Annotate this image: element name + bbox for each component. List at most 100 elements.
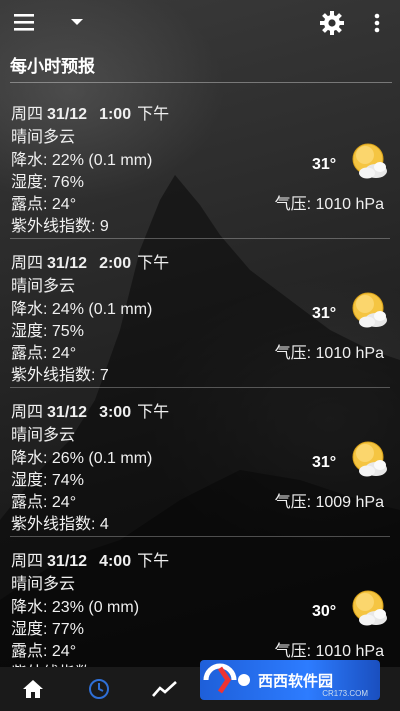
precip-value: 24% (0.1 mm) — [51, 301, 153, 318]
precip-value: 22% (0.1 mm) — [51, 152, 153, 169]
dew-row: 露点: 24° — [11, 488, 76, 512]
uv-row: 紫外线指数: 4 — [11, 510, 109, 534]
time-label: 3:00 — [99, 404, 132, 421]
humidity-row: 湿度: 74% — [11, 466, 84, 490]
precip-row: 降水: 24% (0.1 mm) — [11, 295, 152, 319]
day-label: 周四 — [11, 106, 44, 123]
humidity-value: 75% — [51, 323, 84, 340]
humidity-row: 湿度: 76% — [11, 168, 84, 192]
item-datetime: 周四 31/12 3:00 下午 — [11, 398, 169, 422]
top-app-bar — [0, 0, 400, 44]
temperature: 31° — [312, 454, 337, 471]
hourly-forecast-list[interactable]: 周四 31/12 1:00 下午 晴间多云 降水: 22% (0.1 mm) 湿度: … — [0, 90, 400, 668]
watermark-text: 西西软件园 — [258, 672, 334, 690]
ampm-label: 下午 — [137, 553, 170, 570]
uv-label: 紫外线指数: — [11, 516, 100, 533]
dew-label: 露点: — [11, 196, 52, 213]
precip-label: 降水: — [11, 599, 52, 616]
dew-row: 露点: 24° — [11, 190, 76, 214]
pressure-value: 1010 hPa — [315, 196, 384, 213]
pressure-label: 气压: — [274, 494, 316, 511]
dew-row: 露点: 24° — [11, 339, 76, 363]
pressure-value: 1009 hPa — [315, 494, 384, 511]
pressure-row: 气压: 1010 hPa — [275, 339, 384, 363]
uv-label: 紫外线指数: — [11, 367, 100, 384]
precip-label: 降水: — [11, 152, 52, 169]
hourly-forecast-item[interactable]: 周四 31/12 3:00 下午 晴间多云 降水: 26% (0.1 mm) 湿度: … — [0, 388, 400, 537]
partly-cloudy-icon — [348, 589, 390, 629]
precip-row: 降水: 23% (0 mm) — [11, 593, 139, 617]
precip-value: 26% (0.1 mm) — [51, 450, 153, 467]
pressure-row: 气压: 1009 hPa — [275, 488, 384, 512]
time-label: 4:00 — [99, 553, 132, 570]
hourly-forecast-item[interactable]: 周四 31/12 4:00 下午 晴间多云 降水: 23% (0 mm) 湿度: 77… — [0, 537, 400, 668]
pressure-value: 1010 hPa — [315, 643, 384, 660]
watermark-logo-icon — [203, 663, 250, 694]
pressure-label: 气压: — [274, 196, 316, 213]
condition-text: 晴间多云 — [11, 576, 76, 593]
settings-gear-icon[interactable] — [318, 9, 346, 37]
dew-row: 露点: 24° — [11, 637, 76, 661]
humidity-row: 湿度: 75% — [11, 317, 84, 341]
precip-value: 23% (0 mm) — [51, 599, 140, 616]
time-label: 1:00 — [99, 106, 132, 123]
humidity-value: 76% — [51, 174, 84, 191]
uv-value: 9 — [99, 218, 109, 235]
time-label: 2:00 — [99, 255, 132, 272]
humidity-label: 湿度: — [11, 472, 52, 489]
precip-row: 降水: 22% (0.1 mm) — [11, 146, 152, 170]
day-label: 周四 — [11, 255, 44, 272]
section-title: 每小时预报 — [10, 57, 95, 76]
watermark-subtext: CR173.COM — [322, 689, 368, 698]
uv-row: 紫外线指数: 9 — [11, 212, 109, 236]
temperature: 31° — [312, 156, 337, 173]
dew-label: 露点: — [11, 643, 52, 660]
partly-cloudy-icon — [348, 291, 390, 331]
uv-label: 紫外线指数: — [11, 218, 100, 235]
partly-cloudy-icon — [348, 440, 390, 480]
pressure-label: 气压: — [274, 643, 316, 660]
dew-value: 24° — [51, 494, 77, 511]
precip-row: 降水: 26% (0.1 mm) — [11, 444, 152, 468]
humidity-value: 74% — [51, 472, 84, 489]
home-icon[interactable] — [18, 675, 48, 703]
menu-icon[interactable] — [12, 10, 38, 34]
condition-text: 晴间多云 — [11, 129, 76, 146]
dew-value: 24° — [51, 345, 77, 362]
temperature: 31° — [312, 305, 337, 322]
hourly-forecast-item[interactable]: 周四 31/12 1:00 下午 晴间多云 降水: 22% (0.1 mm) 湿度: … — [0, 90, 400, 239]
chart-trend-icon[interactable] — [150, 675, 180, 703]
pressure-row: 气压: 1010 hPa — [275, 637, 384, 661]
precip-label: 降水: — [11, 450, 52, 467]
humidity-label: 湿度: — [11, 174, 52, 191]
condition-text: 晴间多云 — [11, 427, 76, 444]
more-options-icon[interactable] — [366, 10, 388, 36]
dropdown-arrow-icon[interactable] — [66, 12, 88, 32]
partly-cloudy-icon — [348, 142, 390, 182]
section-divider — [10, 82, 392, 83]
dew-label: 露点: — [11, 345, 52, 362]
humidity-row: 湿度: 77% — [11, 615, 84, 639]
pressure-value: 1010 hPa — [315, 345, 384, 362]
dew-label: 露点: — [11, 494, 52, 511]
watermark-logo: 西西软件园 CR173.COM — [200, 660, 380, 700]
dew-value: 24° — [51, 196, 77, 213]
date-label: 31/12 — [47, 553, 88, 570]
ampm-label: 下午 — [137, 106, 170, 123]
pressure-label: 气压: — [274, 345, 316, 362]
precip-label: 降水: — [11, 301, 52, 318]
condition-text: 晴间多云 — [11, 278, 76, 295]
ampm-label: 下午 — [137, 404, 170, 421]
hourly-forecast-item[interactable]: 周四 31/12 2:00 下午 晴间多云 降水: 24% (0.1 mm) 湿度: … — [0, 239, 400, 388]
date-label: 31/12 — [47, 404, 88, 421]
ampm-label: 下午 — [137, 255, 170, 272]
clock-icon[interactable] — [84, 675, 114, 703]
temperature: 30° — [312, 603, 337, 620]
pressure-row: 气压: 1010 hPa — [275, 190, 384, 214]
uv-value: 7 — [99, 367, 109, 384]
item-datetime: 周四 31/12 4:00 下午 — [11, 547, 169, 571]
item-datetime: 周四 31/12 1:00 下午 — [11, 100, 169, 124]
dew-value: 24° — [51, 643, 77, 660]
uv-row: 紫外线指数: 7 — [11, 361, 109, 385]
uv-value: 4 — [99, 516, 109, 533]
